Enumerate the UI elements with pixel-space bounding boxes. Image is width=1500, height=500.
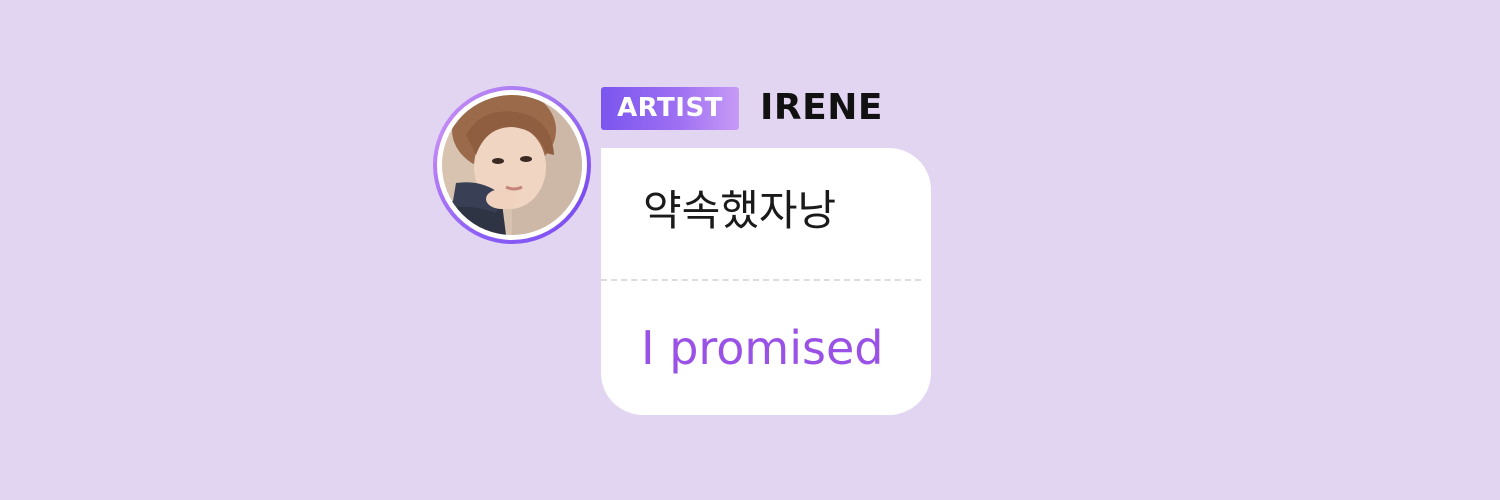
avatar-ring[interactable] — [433, 86, 591, 244]
artist-name[interactable]: IRENE — [760, 83, 883, 133]
avatar[interactable] — [442, 95, 582, 235]
message-translated-text: I promised — [641, 321, 884, 375]
message-divider — [601, 279, 921, 281]
artist-badge: ARTIST — [601, 87, 739, 130]
message-bubble[interactable]: 약속했자낭 I promised — [601, 148, 931, 415]
message-original-text: 약속했자낭 — [643, 186, 837, 235]
avatar-border — [437, 90, 587, 240]
profile-photo-icon — [442, 95, 582, 235]
